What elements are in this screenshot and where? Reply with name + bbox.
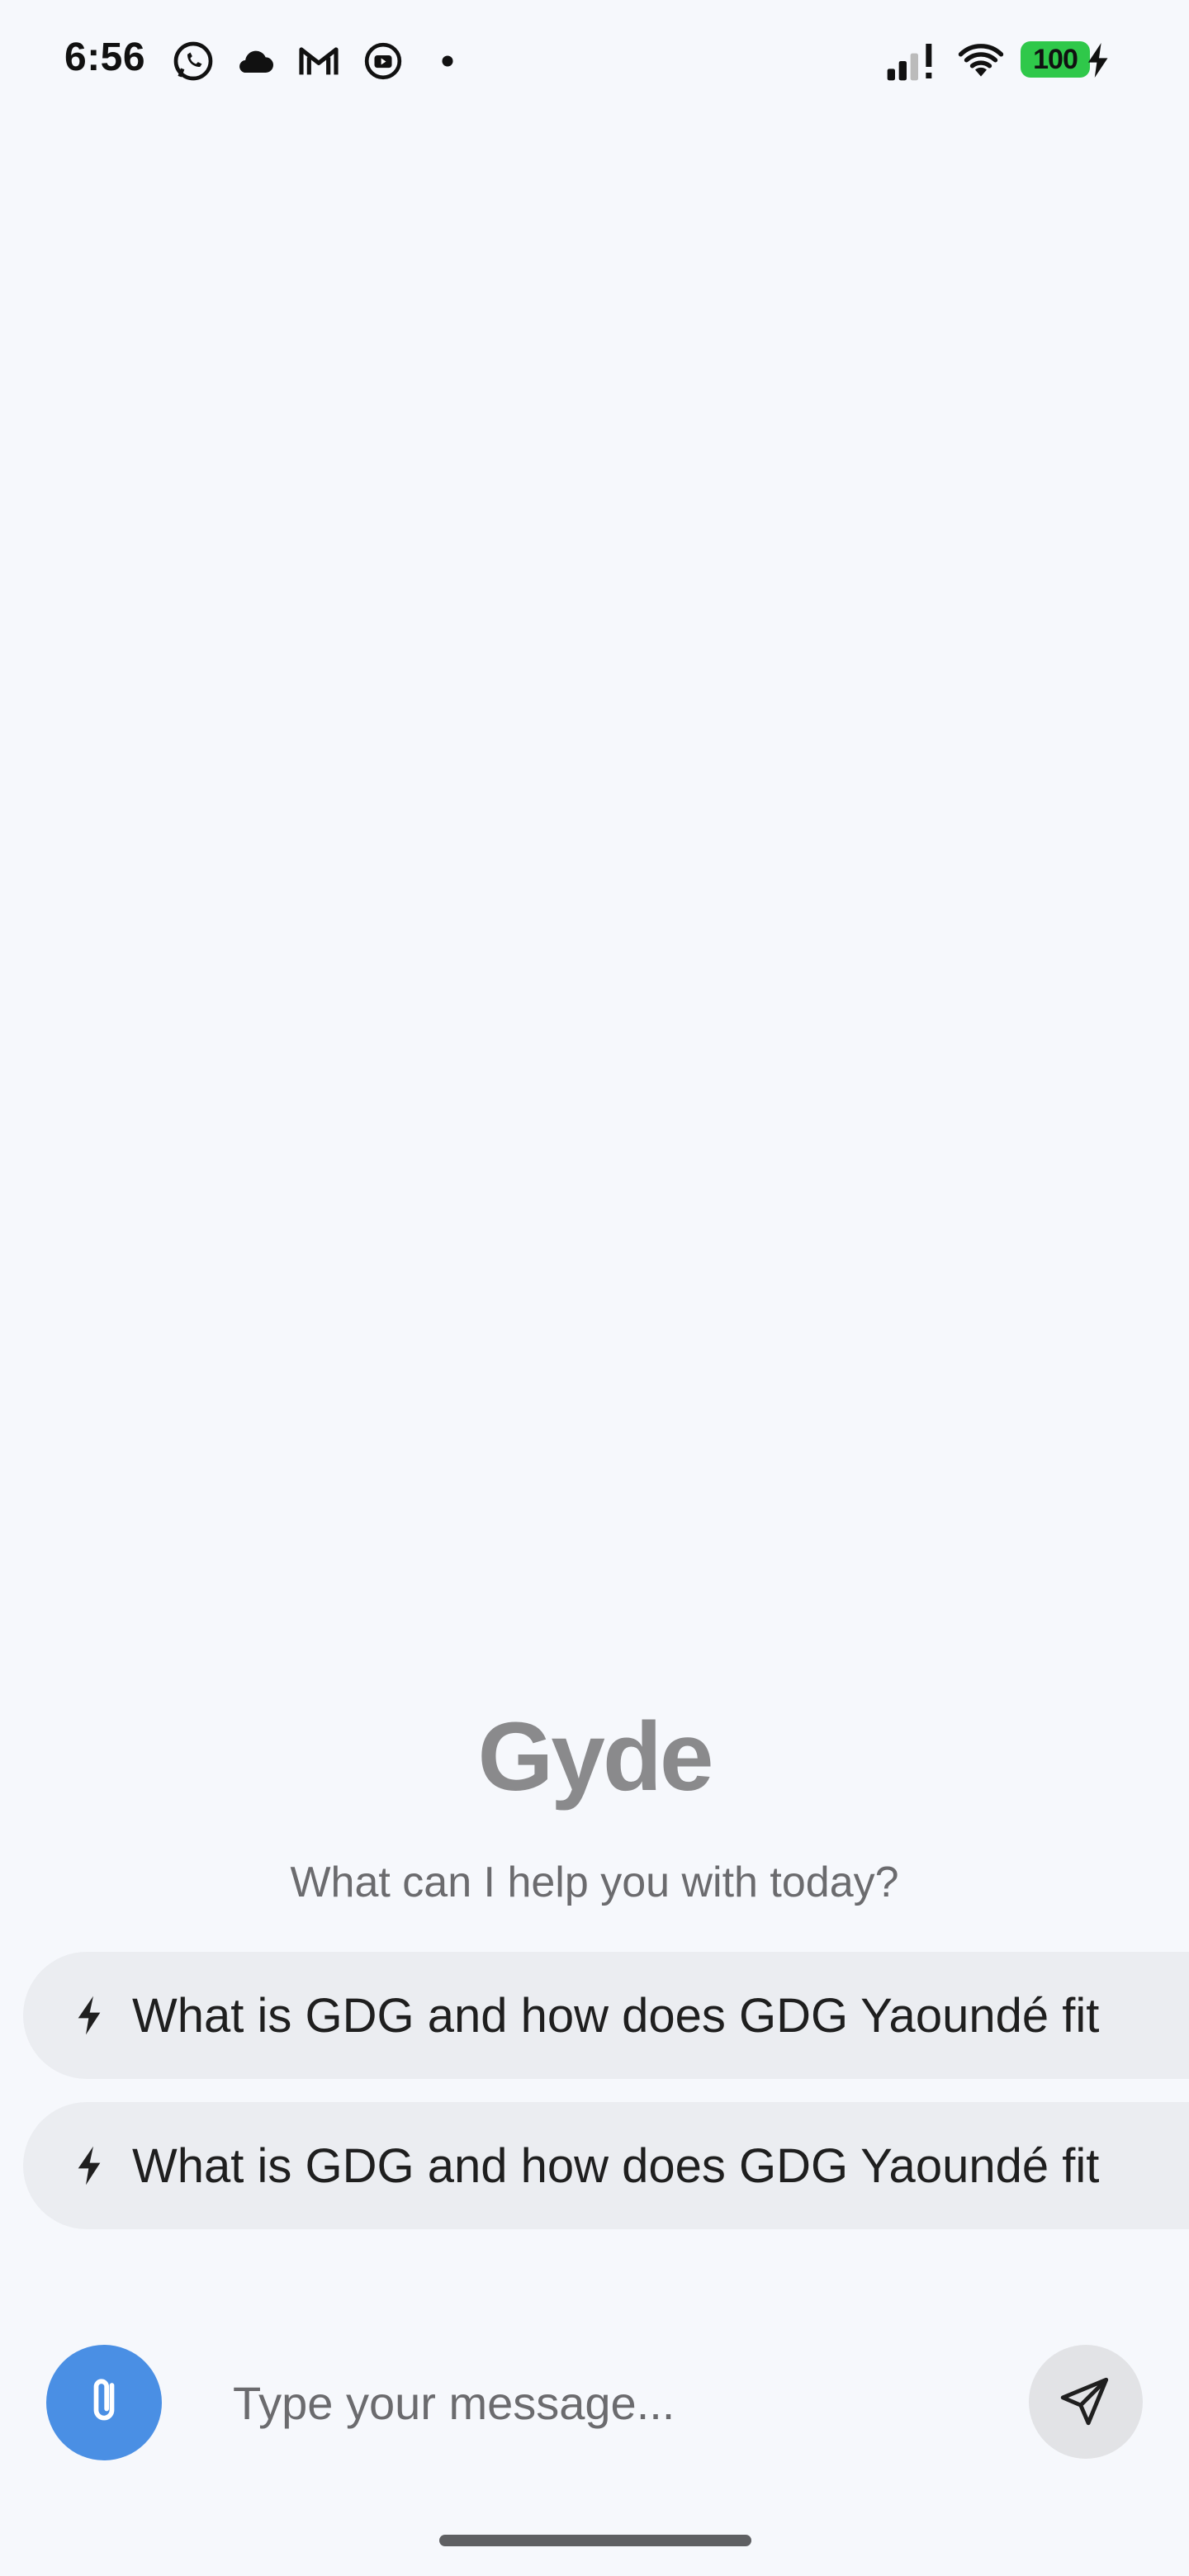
wifi-icon (955, 38, 1007, 84)
status-bar: 6:56 100 (0, 0, 1189, 124)
gmail-icon (296, 38, 342, 84)
home-indicator[interactable] (439, 2535, 751, 2546)
chat-screen: 6:56 100 Gyde What can I help you with t… (0, 0, 1189, 2576)
attach-button[interactable] (46, 2345, 162, 2460)
whatsapp-icon (170, 38, 216, 84)
suggestion-label: What is GDG and how does GDG Yaoundé fit (132, 2138, 1100, 2193)
send-icon (1055, 2370, 1116, 2435)
message-input[interactable] (192, 2353, 1001, 2452)
charging-icon (1085, 43, 1113, 78)
brand-subtitle: What can I help you with today? (290, 1859, 899, 1906)
brand-title: Gyde (477, 1702, 713, 1811)
send-button[interactable] (1029, 2345, 1143, 2459)
battery-icon: 100 (1021, 41, 1090, 78)
signal-icon (883, 38, 941, 84)
bolt-icon (73, 2143, 106, 2189)
suggestion-label: What is GDG and how does GDG Yaoundé fit (132, 1988, 1100, 2043)
status-time: 6:56 (64, 36, 146, 79)
suggestion-chip[interactable]: What is GDG and how does GDG Yaoundé fit (23, 1952, 1189, 2079)
dot-icon (424, 38, 471, 84)
paperclip-icon (73, 2370, 135, 2436)
cloud-icon (233, 38, 279, 84)
bolt-icon (73, 1992, 106, 2039)
youtube-icon (360, 38, 406, 84)
suggestion-chip[interactable]: What is GDG and how does GDG Yaoundé fit (23, 2102, 1189, 2229)
